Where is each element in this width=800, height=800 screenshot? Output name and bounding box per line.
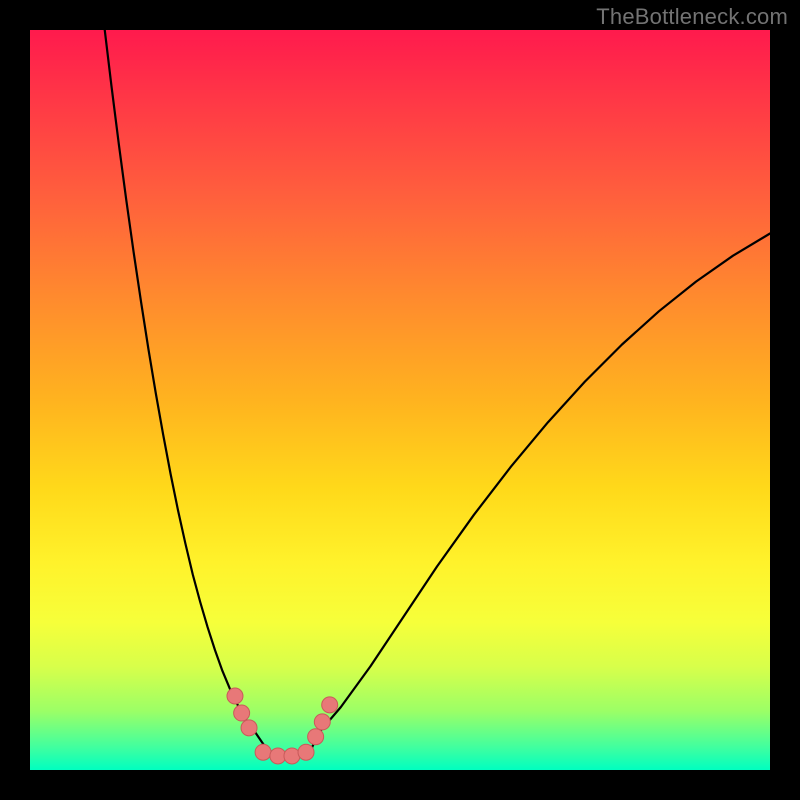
- data-point: [227, 688, 243, 704]
- data-point: [234, 705, 250, 721]
- data-point: [241, 720, 257, 736]
- data-point: [284, 748, 300, 764]
- curve-svg: [30, 30, 770, 770]
- data-point: [255, 744, 271, 760]
- chart-outer-frame: TheBottleneck.com: [0, 0, 800, 800]
- data-point: [314, 714, 330, 730]
- bottleneck-curve: [105, 30, 770, 757]
- data-point: [308, 729, 324, 745]
- data-point-markers: [227, 688, 338, 764]
- data-point: [298, 744, 314, 760]
- plot-area: [30, 30, 770, 770]
- data-point: [322, 697, 338, 713]
- watermark-text: TheBottleneck.com: [596, 4, 788, 30]
